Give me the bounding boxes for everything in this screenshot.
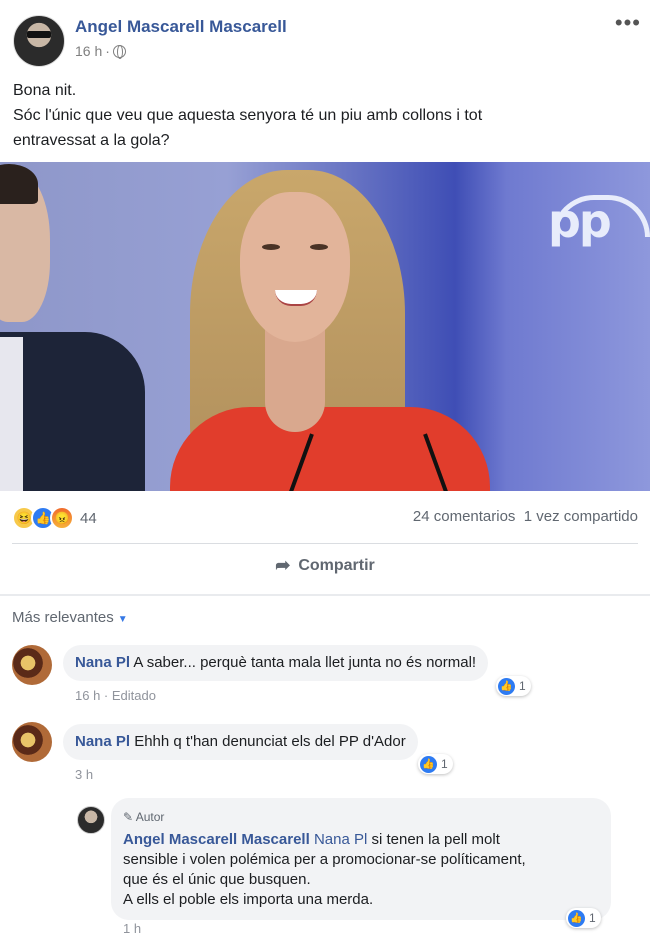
author-badge-label: Autor: [135, 810, 165, 824]
like-icon: 👍: [420, 755, 437, 773]
reply-text-line: si tenen la pell molt: [367, 831, 500, 848]
comment-like-badge[interactable]: 👍 1: [418, 754, 453, 774]
more-options-icon[interactable]: •••: [615, 10, 641, 36]
comment-like-count: 1: [441, 757, 448, 771]
post-meta: 16 h ·: [75, 43, 126, 59]
section-divider: [0, 594, 650, 596]
globe-icon: [112, 44, 126, 59]
like-icon: 👍: [568, 909, 585, 927]
reply-bubble: ✎ Autor Angel Mascarell Mascarell Nana P…: [111, 798, 611, 920]
like-icon: 👍: [498, 677, 515, 695]
comment-bubble: Nana Pl A saber... perquè tanta mala lle…: [63, 645, 489, 681]
meta-separator: ·: [105, 43, 110, 59]
comment-author[interactable]: Nana Pl: [75, 733, 130, 750]
sort-comments-dropdown[interactable]: Más relevantes ▼: [12, 609, 128, 626]
comment-author[interactable]: Nana Pl: [75, 654, 130, 671]
photo-woman-figure: [170, 162, 510, 491]
post-photo[interactable]: pp: [0, 162, 650, 491]
reaction-count: 44: [80, 509, 97, 527]
sort-label: Más relevantes: [12, 609, 114, 626]
comment-bubble: Nana Pl Ehhh q t'han denunciat els del P…: [63, 724, 418, 760]
share-button[interactable]: ➦ Compartir: [0, 555, 650, 576]
comment-text: Ehhh q t'han denunciat els del PP d'Ador: [134, 733, 406, 750]
post-text-line: Sóc l'únic que veu que aquesta senyora t…: [13, 107, 483, 124]
reply-meta[interactable]: 1 h: [123, 921, 141, 936]
reply-author[interactable]: Angel Mascarell Mascarell: [123, 831, 310, 848]
divider: [12, 543, 638, 544]
photo-man-figure: [0, 162, 150, 491]
share-icon: ➦: [275, 555, 291, 575]
author-avatar[interactable]: [13, 15, 65, 67]
post-time[interactable]: 16 h: [75, 43, 102, 59]
comment-meta[interactable]: 3 h: [75, 767, 93, 782]
post-text-line: entravessat a la gola?: [13, 132, 170, 149]
reply-text-line: que és el únic que busquen.: [123, 871, 311, 888]
mention-link[interactable]: Nana Pl: [314, 831, 367, 848]
angry-reaction-icon: 😠: [50, 506, 74, 530]
post-text-line: Bona nit.: [13, 82, 77, 99]
chevron-down-icon: ▼: [117, 614, 128, 625]
commenter-avatar[interactable]: [12, 645, 52, 685]
reply-text-line: A ells el poble els importa una merda.: [123, 891, 374, 908]
engagement-stats[interactable]: 24 comentarios 1 vez compartido: [413, 508, 638, 525]
reactions-summary[interactable]: 😆 👍 😠 44: [12, 506, 97, 530]
reply-text-line: sensible i volen polémica per a promocio…: [123, 851, 526, 868]
comment-like-count: 1: [519, 679, 526, 693]
reply-like-count: 1: [589, 911, 596, 925]
author-badge: ✎ Autor: [123, 807, 599, 827]
pencil-icon: ✎: [123, 810, 134, 824]
reply-author-avatar[interactable]: [77, 806, 105, 834]
pp-logo: pp: [548, 194, 612, 248]
reply-like-badge[interactable]: 👍 1: [566, 908, 601, 928]
share-label: Compartir: [298, 556, 375, 574]
post-author-name[interactable]: Angel Mascarell Mascarell: [75, 17, 287, 37]
comment-like-badge[interactable]: 👍 1: [496, 676, 531, 696]
post-text: Bona nit. Sóc l'únic que veu que aquesta…: [13, 78, 623, 153]
commenter-avatar[interactable]: [12, 722, 52, 762]
comment-meta[interactable]: 16 h · Editado: [75, 688, 156, 703]
comment-text: A saber... perquè tanta mala llet junta …: [133, 654, 477, 671]
